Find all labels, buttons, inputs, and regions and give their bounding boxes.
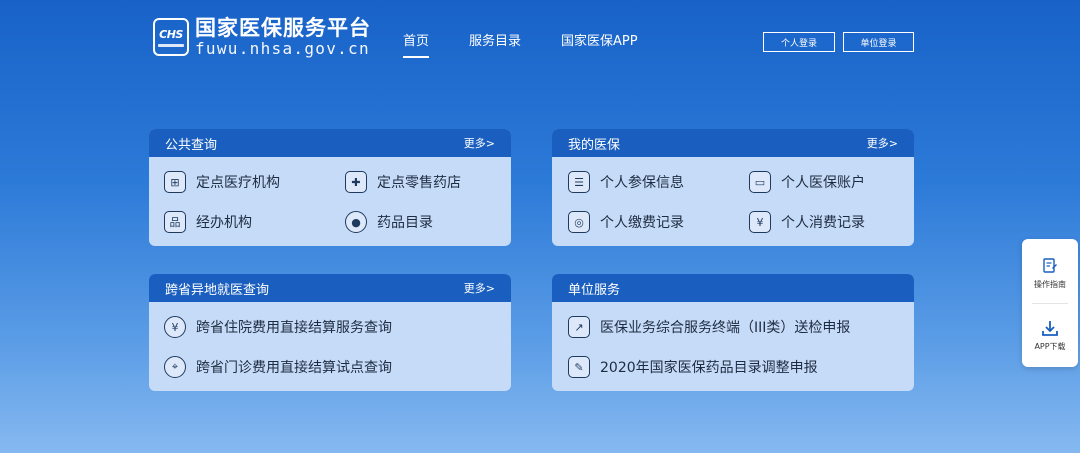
pill-icon: ●: [345, 211, 367, 233]
item-label: 定点医疗机构: [196, 175, 280, 191]
item-consumption-records[interactable]: ¥ 个人消费记录: [749, 211, 865, 233]
download-icon: [1041, 319, 1059, 337]
item-label: 经办机构: [196, 215, 252, 231]
side-toolbar: 操作指南 APP下载: [1022, 239, 1078, 367]
card-cross-province: 跨省异地就医查询 更多> ¥ 跨省住院费用直接结算服务查询 ⌖ 跨省门诊费用直接…: [149, 274, 511, 391]
payment-record-icon: ◎: [568, 211, 590, 233]
card-title: 公共查询: [165, 137, 218, 153]
item-label: 跨省住院费用直接结算服务查询: [196, 320, 392, 336]
item-label: 个人消费记录: [781, 215, 865, 231]
insurance-doc-icon: ☰: [568, 171, 590, 193]
terminal-chart-icon: ↗: [568, 316, 590, 338]
item-personal-insurance-info[interactable]: ☰ 个人参保信息: [568, 171, 684, 193]
wallet-icon: ▭: [749, 171, 771, 193]
pharmacy-icon: ✚: [345, 171, 367, 193]
location-pin-icon: ⌖: [164, 356, 186, 378]
document-edit-icon: ✎: [568, 356, 590, 378]
item-designated-hospital[interactable]: ⊞ 定点医疗机构: [164, 171, 280, 193]
item-label: 药品目录: [377, 215, 433, 231]
card-my-insurance: 我的医保 更多> ☰ 个人参保信息 ▭ 个人医保账户 ◎ 个人缴费记录 ¥ 个人…: [552, 129, 914, 246]
card-title: 单位服务: [568, 282, 621, 298]
yuan-coin-icon: ¥: [164, 316, 186, 338]
main-nav: 首页 服务目录 国家医保APP: [403, 30, 678, 58]
item-label: 定点零售药店: [377, 175, 461, 191]
item-label: 2020年国家医保药品目录调整申报: [600, 360, 818, 376]
item-drug-catalog-adjustment[interactable]: ✎ 2020年国家医保药品目录调整申报: [568, 356, 818, 378]
item-terminal-inspection-report[interactable]: ↗ 医保业务综合服务终端（III类）送检申报: [568, 316, 850, 338]
item-label: 个人医保账户: [781, 175, 865, 191]
org-chart-icon: 品: [164, 211, 186, 233]
item-drug-catalog[interactable]: ● 药品目录: [345, 211, 433, 233]
card-title: 我的医保: [568, 137, 621, 153]
site-title: 国家医保服务平台: [195, 16, 371, 40]
side-guide-button[interactable]: 操作指南: [1022, 257, 1078, 290]
guide-icon: [1041, 257, 1059, 275]
item-designated-pharmacy[interactable]: ✚ 定点零售药店: [345, 171, 461, 193]
logo-mark: CHS: [159, 27, 183, 41]
item-payment-records[interactable]: ◎ 个人缴费记录: [568, 211, 684, 233]
chs-logo-icon: CHS: [153, 18, 189, 56]
yuan-receipt-icon: ¥: [749, 211, 771, 233]
item-outpatient-settlement-query[interactable]: ⌖ 跨省门诊费用直接结算试点查询: [164, 356, 392, 378]
card-public-query: 公共查询 更多> ⊞ 定点医疗机构 ✚ 定点零售药店 品 经办机构 ● 药品目录: [149, 129, 511, 246]
hospital-icon: ⊞: [164, 171, 186, 193]
nav-service-catalog[interactable]: 服务目录: [469, 30, 521, 49]
item-agency[interactable]: 品 经办机构: [164, 211, 252, 233]
nav-home[interactable]: 首页: [403, 30, 430, 58]
card-unit-services: 单位服务 ↗ 医保业务综合服务终端（III类）送检申报 ✎ 2020年国家医保药…: [552, 274, 914, 391]
item-label: 个人缴费记录: [600, 215, 684, 231]
unit-login-button[interactable]: 单位登录: [843, 32, 914, 52]
login-group-unit: 单位登录: [843, 32, 914, 52]
more-link[interactable]: 更多>: [464, 135, 495, 151]
item-label: 医保业务综合服务终端（III类）送检申报: [600, 320, 851, 336]
item-personal-account[interactable]: ▭ 个人医保账户: [749, 171, 865, 193]
item-label: 跨省门诊费用直接结算试点查询: [196, 360, 392, 376]
side-app-download-button[interactable]: APP下载: [1022, 319, 1078, 352]
login-group: 个人登录: [763, 32, 835, 52]
nav-app[interactable]: 国家医保APP: [561, 30, 638, 49]
item-inpatient-settlement-query[interactable]: ¥ 跨省住院费用直接结算服务查询: [164, 316, 392, 338]
site-url: fuwu.nhsa.gov.cn: [195, 39, 370, 58]
site-logo[interactable]: CHS 国家医保服务平台 fuwu.nhsa.gov.cn: [153, 16, 371, 58]
side-label: APP下载: [1034, 342, 1066, 351]
card-title: 跨省异地就医查询: [165, 282, 270, 298]
personal-login-button[interactable]: 个人登录: [763, 32, 835, 52]
more-link[interactable]: 更多>: [464, 280, 495, 296]
item-label: 个人参保信息: [600, 175, 684, 191]
more-link[interactable]: 更多>: [867, 135, 898, 151]
side-label: 操作指南: [1034, 280, 1066, 289]
